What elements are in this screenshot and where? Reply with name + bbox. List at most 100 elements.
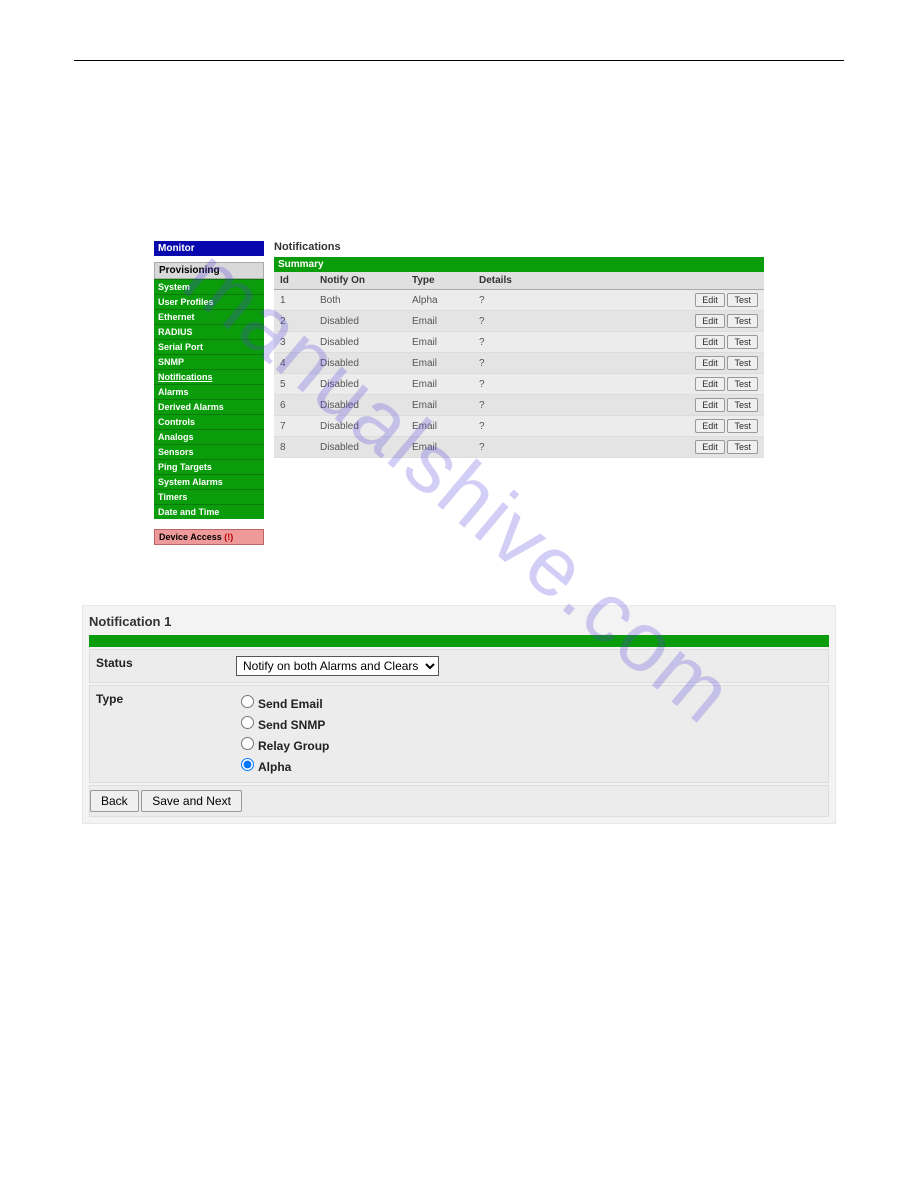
save-and-next-button[interactable]: Save and Next bbox=[141, 790, 242, 812]
edit-button[interactable]: Edit bbox=[695, 356, 725, 370]
edit-button[interactable]: Edit bbox=[695, 293, 725, 307]
test-button[interactable]: Test bbox=[727, 314, 758, 328]
th-id: Id bbox=[274, 272, 314, 290]
sidebar-monitor[interactable]: Monitor bbox=[154, 241, 264, 256]
status-label: Status bbox=[96, 656, 236, 670]
status-row: Status Notify on both Alarms and Clears bbox=[89, 649, 829, 683]
cell-details: ? bbox=[473, 332, 672, 353]
cell-notify-on: Disabled bbox=[314, 395, 406, 416]
main-content: Notifications Summary Id Notify On Type … bbox=[274, 241, 764, 545]
sidebar-item-serial-port[interactable]: Serial Port bbox=[154, 339, 264, 354]
test-button[interactable]: Test bbox=[727, 377, 758, 391]
sidebar-item-snmp[interactable]: SNMP bbox=[154, 354, 264, 369]
summary-bar: Summary bbox=[274, 257, 764, 272]
app-screenshot: Monitor Provisioning System User Profile… bbox=[154, 241, 764, 545]
type-radio[interactable] bbox=[241, 737, 254, 750]
cell-type: Email bbox=[406, 374, 473, 395]
edit-button[interactable]: Edit bbox=[695, 398, 725, 412]
cell-id: 7 bbox=[274, 416, 314, 437]
cell-notify-on: Both bbox=[314, 290, 406, 311]
table-row: 7DisabledEmail? Edit Test bbox=[274, 416, 764, 437]
cell-details: ? bbox=[473, 437, 672, 458]
sidebar-item-system-alarms[interactable]: System Alarms bbox=[154, 474, 264, 489]
edit-button[interactable]: Edit bbox=[695, 419, 725, 433]
cell-notify-on: Disabled bbox=[314, 416, 406, 437]
type-radio[interactable] bbox=[241, 716, 254, 729]
th-type: Type bbox=[406, 272, 473, 290]
type-option[interactable]: Relay Group bbox=[236, 734, 822, 755]
test-button[interactable]: Test bbox=[727, 419, 758, 433]
sidebar-item-analogs[interactable]: Analogs bbox=[154, 429, 264, 444]
type-radio[interactable] bbox=[241, 695, 254, 708]
cell-notify-on: Disabled bbox=[314, 437, 406, 458]
notification-detail-panel: Notification 1 Status Notify on both Ala… bbox=[82, 605, 836, 824]
alert-icon: (!) bbox=[224, 532, 233, 542]
cell-details: ? bbox=[473, 374, 672, 395]
status-select[interactable]: Notify on both Alarms and Clears bbox=[236, 656, 439, 676]
type-radio[interactable] bbox=[241, 758, 254, 771]
sidebar: Monitor Provisioning System User Profile… bbox=[154, 241, 264, 545]
sidebar-item-system[interactable]: System bbox=[154, 279, 264, 294]
table-row: 4DisabledEmail?Edit Test bbox=[274, 353, 764, 374]
test-button[interactable]: Test bbox=[727, 293, 758, 307]
type-option-label: Send SNMP bbox=[258, 718, 325, 732]
sidebar-item-derived-alarms[interactable]: Derived Alarms bbox=[154, 399, 264, 414]
th-notify-on: Notify On bbox=[314, 272, 406, 290]
page-title: Notifications bbox=[274, 241, 764, 253]
type-option-label: Alpha bbox=[258, 760, 291, 774]
table-row: 6DisabledEmail?Edit Test bbox=[274, 395, 764, 416]
th-details: Details bbox=[473, 272, 672, 290]
test-button[interactable]: Test bbox=[727, 356, 758, 370]
cell-type: Alpha bbox=[406, 290, 473, 311]
type-option-label: Send Email bbox=[258, 697, 323, 711]
notifications-table: Id Notify On Type Details 1BothAlpha? Edi… bbox=[274, 272, 764, 458]
type-row: Type Send EmailSend SNMPRelay GroupAlpha bbox=[89, 685, 829, 783]
cell-id: 8 bbox=[274, 437, 314, 458]
cell-type: Email bbox=[406, 332, 473, 353]
sidebar-item-ethernet[interactable]: Ethernet bbox=[154, 309, 264, 324]
sidebar-item-radius[interactable]: RADIUS bbox=[154, 324, 264, 339]
test-button[interactable]: Test bbox=[727, 335, 758, 349]
table-row: 8DisabledEmail? Edit Test bbox=[274, 437, 764, 458]
detail-title: Notification 1 bbox=[89, 614, 829, 629]
sidebar-provisioning-header: Provisioning bbox=[154, 262, 264, 279]
device-access-label: Device Access bbox=[159, 532, 222, 542]
type-option[interactable]: Send SNMP bbox=[236, 713, 822, 734]
back-button[interactable]: Back bbox=[90, 790, 139, 812]
test-button[interactable]: Test bbox=[727, 440, 758, 454]
sidebar-item-user-profiles[interactable]: User Profiles bbox=[154, 294, 264, 309]
cell-id: 5 bbox=[274, 374, 314, 395]
sidebar-item-notifications[interactable]: Notifications bbox=[154, 369, 264, 384]
cell-type: Email bbox=[406, 311, 473, 332]
cell-details: ? bbox=[473, 416, 672, 437]
sidebar-item-alarms[interactable]: Alarms bbox=[154, 384, 264, 399]
type-option[interactable]: Send Email bbox=[236, 692, 822, 713]
edit-button[interactable]: Edit bbox=[695, 377, 725, 391]
table-row: 5DisabledEmail? Edit Test bbox=[274, 374, 764, 395]
edit-button[interactable]: Edit bbox=[695, 440, 725, 454]
sidebar-device-access[interactable]: Device Access (!) bbox=[154, 529, 264, 545]
edit-button[interactable]: Edit bbox=[695, 314, 725, 328]
cell-id: 1 bbox=[274, 290, 314, 311]
cell-notify-on: Disabled bbox=[314, 374, 406, 395]
cell-details: ? bbox=[473, 353, 672, 374]
cell-type: Email bbox=[406, 395, 473, 416]
cell-type: Email bbox=[406, 353, 473, 374]
sidebar-item-date-and-time[interactable]: Date and Time bbox=[154, 504, 264, 519]
cell-notify-on: Disabled bbox=[314, 311, 406, 332]
type-option[interactable]: Alpha bbox=[236, 755, 822, 776]
cell-id: 6 bbox=[274, 395, 314, 416]
test-button[interactable]: Test bbox=[727, 398, 758, 412]
table-row: 3DisabledEmail?Edit Test bbox=[274, 332, 764, 353]
cell-type: Email bbox=[406, 416, 473, 437]
sidebar-item-ping-targets[interactable]: Ping Targets bbox=[154, 459, 264, 474]
cell-id: 2 bbox=[274, 311, 314, 332]
cell-id: 4 bbox=[274, 353, 314, 374]
sidebar-item-controls[interactable]: Controls bbox=[154, 414, 264, 429]
cell-details: ? bbox=[473, 290, 672, 311]
sidebar-item-timers[interactable]: Timers bbox=[154, 489, 264, 504]
cell-type: Email bbox=[406, 437, 473, 458]
sidebar-item-sensors[interactable]: Sensors bbox=[154, 444, 264, 459]
edit-button[interactable]: Edit bbox=[695, 335, 725, 349]
type-option-label: Relay Group bbox=[258, 739, 329, 753]
